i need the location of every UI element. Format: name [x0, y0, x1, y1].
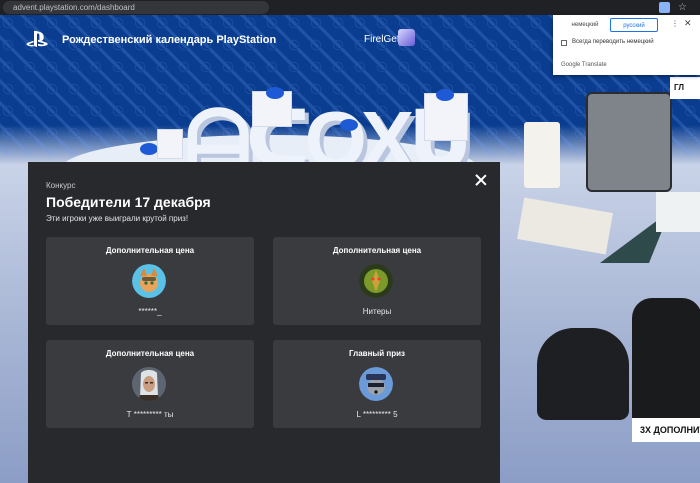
username[interactable]: FirelGef — [364, 34, 400, 45]
gift-box — [157, 129, 183, 159]
tab-target-language[interactable]: русский — [610, 18, 658, 32]
translate-icon[interactable] — [659, 2, 670, 13]
book-merch — [656, 192, 700, 232]
ribbon-bow-icon — [266, 87, 284, 99]
prize-title: Дополнительная цена — [332, 246, 422, 255]
google-translate-popup: немецкий русский ⋮ ✕ Всегда переводить н… — [553, 15, 700, 75]
ribbon-bow-icon — [436, 89, 454, 101]
always-translate-checkbox[interactable] — [561, 40, 567, 46]
prize-title: Главный приз — [348, 349, 405, 358]
hoodie-merch — [632, 298, 700, 418]
address-bar[interactable]: advent.playstation.com/dashboard — [3, 1, 269, 14]
modal-title: Победители 17 декабря — [46, 194, 211, 210]
promo-badge[interactable]: ГЛ — [670, 77, 700, 99]
always-translate-label[interactable]: Всегда переводить немецкий — [572, 39, 654, 45]
bottle-merch — [524, 122, 560, 188]
close-icon[interactable] — [474, 173, 488, 187]
prize-title: Дополнительная цена — [105, 246, 195, 255]
page-title[interactable]: Рождественский календарь PlayStation — [62, 34, 276, 46]
more-options-icon[interactable]: ⋮ — [671, 19, 679, 28]
winner-card: Дополнительная цена Нитеры — [273, 237, 481, 325]
ribbon-bow-icon — [140, 143, 158, 155]
user-avatar[interactable] — [398, 29, 415, 46]
winner-name: L ********* 5 — [356, 410, 398, 419]
winner-card: Дополнительная цена ******_ — [46, 237, 254, 325]
demon-avatar — [359, 264, 393, 298]
winner-card: Дополнительная цена Т ********* ты — [46, 340, 254, 428]
cap-merch — [537, 328, 629, 420]
witcher-avatar — [132, 367, 166, 401]
translate-brand: Google Translate — [561, 62, 607, 68]
winners-modal: Конкурс Победители 17 декабря Эти игроки… — [28, 162, 500, 483]
browser-toolbar: advent.playstation.com/dashboard ☆ — [0, 0, 700, 15]
bonus-badge[interactable]: 3Х ДОПОЛНИТ — [632, 418, 700, 442]
modal-subtitle: Эти игроки уже выиграли крутой приз! — [46, 214, 189, 223]
playstation-logo-icon[interactable] — [26, 30, 48, 48]
winner-card: Главный приз L ********* 5 — [273, 340, 481, 428]
star-icon[interactable]: ☆ — [677, 2, 688, 13]
winner-name: Т ********* ты — [126, 410, 174, 419]
close-icon[interactable]: ✕ — [684, 18, 692, 29]
cards-merch — [517, 197, 613, 255]
winner-name: ******_ — [138, 307, 162, 316]
bag-merch — [586, 92, 672, 192]
modal-eyebrow: Конкурс — [46, 181, 76, 190]
ribbon-bow-icon — [340, 119, 358, 131]
prize-title: Дополнительная цена — [105, 349, 195, 358]
sly-cooper-avatar — [359, 367, 393, 401]
ratchet-clank-avatar — [132, 264, 166, 298]
winner-name: Нитеры — [362, 307, 392, 316]
tab-source-language[interactable]: немецкий — [561, 18, 609, 32]
